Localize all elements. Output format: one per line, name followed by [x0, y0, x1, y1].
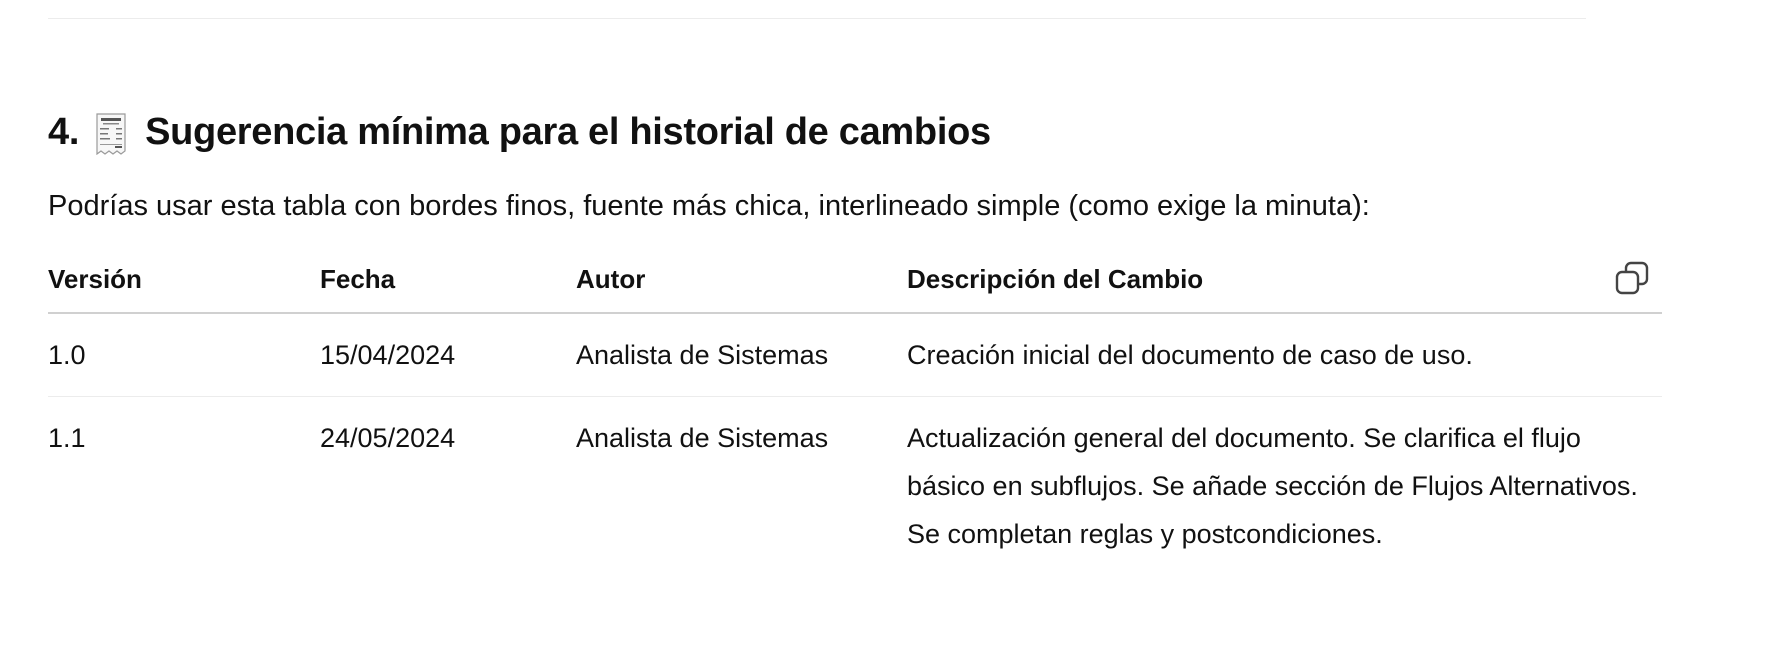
section-title: Sugerencia mínima para el historial de c… [145, 111, 991, 153]
section-number: 4. [48, 111, 80, 153]
table-row: 1.1 24/05/2024 Analista de Sistemas Actu… [48, 397, 1662, 576]
cell-version: 1.0 [48, 313, 320, 397]
top-divider [48, 18, 1586, 19]
table-header-row: Versión Fecha Autor Descripción del Camb… [48, 252, 1662, 314]
cell-description: Creación inicial del documento de caso d… [907, 313, 1662, 397]
header-date: Fecha [320, 252, 576, 314]
change-history-table-container: Versión Fecha Autor Descripción del Camb… [48, 252, 1662, 575]
header-description: Descripción del Cambio [907, 252, 1662, 314]
header-version: Versión [48, 252, 320, 314]
header-author: Autor [576, 252, 907, 314]
cell-version: 1.1 [48, 423, 86, 453]
cell-author: Analista de Sistemas [576, 423, 829, 453]
cell-date: 24/05/2024 [320, 423, 456, 453]
table-row: 1.0 15/04/2024 Analista de Sistemas Crea… [48, 313, 1662, 397]
receipt-icon [95, 111, 127, 156]
cell-date: 15/04/2024 [320, 313, 576, 397]
section-heading: 4. Sugerencia mínima para el historial d… [48, 100, 1668, 164]
change-history-table: Versión Fecha Autor Descripción del Camb… [48, 252, 1662, 575]
copy-icon [1615, 261, 1649, 295]
intro-text: Podrías usar esta tabla con bordes finos… [48, 190, 1370, 222]
cell-description: Actualización general del documento. Se … [907, 423, 1638, 549]
message-content: 4. Sugerencia mínima para el historial d… [48, 100, 1668, 575]
cell-author: Analista de Sistemas [576, 313, 907, 397]
copy-table-button[interactable] [1610, 256, 1654, 300]
